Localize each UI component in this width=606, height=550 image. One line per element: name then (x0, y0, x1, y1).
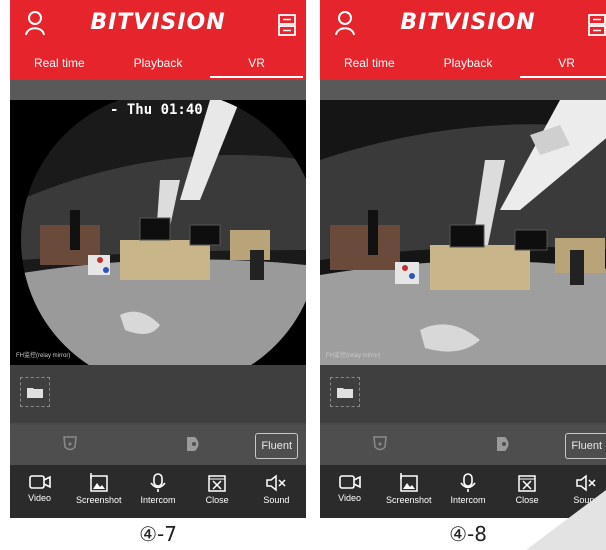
intercom-button[interactable]: Intercom (438, 465, 497, 518)
recordings-strip (10, 365, 306, 423)
app-header: BITVISION Real time Playback VR (320, 0, 606, 80)
figure-caption-left: ④-7 (139, 522, 177, 546)
stream-quality-button[interactable]: Fluent (565, 433, 606, 459)
tag-icon[interactable] (185, 435, 203, 453)
video-view[interactable]: - Thu 01:40 FH监控(relay mirror) (10, 100, 306, 365)
decorative-corner (526, 490, 606, 550)
stream-quality-button[interactable]: Fluent (255, 433, 298, 459)
close-icon (208, 475, 226, 492)
mode-tabs: Real time Playback VR (10, 52, 306, 78)
screenshot-label: Screenshot (386, 495, 432, 505)
fisheye-image (19, 100, 306, 365)
device-list-icon[interactable] (588, 14, 606, 36)
video-button[interactable]: Video (320, 465, 379, 518)
tab-vr[interactable]: VR (208, 52, 306, 78)
screenshot-label: Screenshot (76, 495, 122, 505)
video-label: Video (338, 493, 362, 503)
sound-label: Sound (263, 495, 290, 505)
app-header: BITVISION Real time Playback VR (10, 0, 306, 80)
mode-tabs: Real time Playback VR (320, 52, 606, 78)
screenshot-button[interactable]: Screenshot (379, 465, 438, 518)
alarm-icon[interactable] (63, 435, 77, 453)
control-bar: Fluent (320, 425, 606, 465)
osd-timestamp: - Thu 01:40 (110, 102, 203, 118)
sound-mute-icon (266, 474, 286, 492)
recording-folder-thumb[interactable] (20, 377, 50, 407)
intercom-button[interactable]: Intercom (128, 465, 187, 518)
screenshot-icon (400, 473, 418, 492)
alarm-icon[interactable] (373, 435, 387, 453)
phone-screen-vr: BITVISION Real time Playback VR FH监控(rel… (320, 0, 606, 518)
bottom-toolbar: Video Screenshot Intercom Close Sound (10, 465, 306, 518)
figure-caption-right: ④-8 (449, 522, 487, 546)
folder-icon (337, 388, 353, 398)
vr-image (320, 100, 606, 365)
channel-watermark: FH监控(relay mirror) (326, 353, 381, 359)
brand-logo: BITVISION (400, 10, 536, 35)
close-button[interactable]: Close (188, 465, 247, 518)
tab-playback[interactable]: Playback (109, 52, 207, 78)
video-button[interactable]: Video (10, 465, 69, 518)
close-label: Close (205, 495, 229, 505)
control-bar: Fluent (10, 425, 306, 465)
tab-real-time[interactable]: Real time (10, 52, 108, 78)
video-label: Video (28, 493, 52, 503)
folder-icon (27, 388, 43, 398)
tab-real-time[interactable]: Real time (320, 52, 418, 78)
recordings-strip (320, 365, 606, 423)
video-view[interactable]: FH监控(relay mirror) (320, 100, 606, 365)
microphone-icon (460, 473, 476, 492)
tab-playback[interactable]: Playback (419, 52, 517, 78)
screenshot-icon (90, 473, 108, 492)
video-camera-icon (28, 475, 51, 489)
separator-strip (320, 80, 606, 100)
channel-watermark: FH监控(relay mirror) (16, 353, 71, 359)
intercom-label: Intercom (450, 495, 486, 505)
sound-button[interactable]: Sound (247, 465, 306, 518)
device-list-icon[interactable] (278, 14, 296, 36)
screenshot-button[interactable]: Screenshot (69, 465, 128, 518)
phone-screen-fisheye: BITVISION Real time Playback VR - Thu 01… (10, 0, 306, 518)
tag-icon[interactable] (495, 435, 513, 453)
brand-logo: BITVISION (90, 10, 226, 35)
intercom-label: Intercom (140, 495, 176, 505)
tab-vr[interactable]: VR (518, 52, 606, 78)
separator-strip (10, 80, 306, 100)
recording-folder-thumb[interactable] (330, 377, 360, 407)
video-camera-icon (338, 475, 361, 489)
microphone-icon (150, 473, 166, 492)
